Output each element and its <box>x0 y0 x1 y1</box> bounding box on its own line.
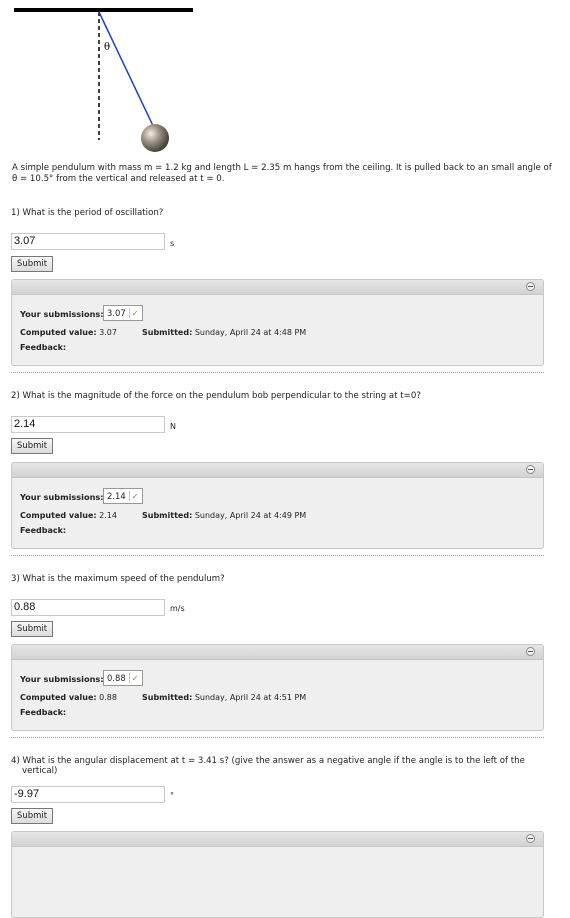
panel-header <box>12 645 543 660</box>
question-4-text: 4) What is the angular displacement at t… <box>11 756 541 776</box>
feedback-label: Feedback: <box>20 526 67 535</box>
your-submissions-label: Your submissions: <box>20 674 104 684</box>
computed-value-row: Computed value: 3.07 <box>20 328 117 337</box>
submit-button-2[interactable]: Submit <box>11 438 53 454</box>
angle-label: θ <box>104 42 110 53</box>
collapse-icon[interactable] <box>526 465 535 474</box>
submit-button-4[interactable]: Submit <box>11 808 53 824</box>
computed-value-row: Computed value: 2.14 <box>20 511 117 520</box>
submission-panel-3: Your submissions: 0.88 ✓ Computed value: … <box>11 644 544 731</box>
submitted-time: Sunday, April 24 at 4:49 PM <box>194 511 307 520</box>
pendulum-figure: θ <box>14 8 193 152</box>
collapse-icon[interactable] <box>526 282 535 291</box>
submitted-time: Sunday, April 24 at 4:51 PM <box>194 693 307 702</box>
answer-input-1[interactable]: 3.07 <box>11 233 165 250</box>
submitted-label: Submitted: <box>142 328 193 337</box>
answer-input-3[interactable]: 0.88 <box>11 599 165 616</box>
answer-input-4[interactable]: -9.97 <box>11 786 165 803</box>
submission-value-box: 0.88 ✓ <box>103 670 143 686</box>
submission-value-box: 3.07 ✓ <box>103 305 143 321</box>
computed-value-row: Computed value: 0.88 <box>20 693 117 702</box>
question-4-line: 4) What is the angular displacement at t… <box>11 756 525 766</box>
question-1-text: 1) What is the period of oscillation? <box>11 208 164 218</box>
submitted-row: Submitted: Sunday, April 24 at 4:51 PM <box>142 693 306 702</box>
unit-4: ° <box>170 791 174 800</box>
submission-panel-4 <box>11 831 544 918</box>
pendulum-bob <box>141 124 169 152</box>
submitted-label: Submitted: <box>142 511 193 520</box>
submitted-row: Submitted: Sunday, April 24 at 4:48 PM <box>142 328 306 337</box>
your-submissions-label: Your submissions: <box>20 492 104 502</box>
check-icon: ✓ <box>128 308 139 318</box>
submission-panel-2: Your submissions: 2.14 ✓ Computed value: … <box>11 462 544 549</box>
feedback-label: Feedback: <box>20 708 67 717</box>
computed-value: 2.14 <box>99 511 117 520</box>
check-icon: ✓ <box>128 673 139 683</box>
question-2-text: 2) What is the magnitude of the force on… <box>11 391 421 401</box>
submission-value: 3.07 <box>107 308 126 318</box>
question-divider <box>11 372 544 373</box>
computed-value: 0.88 <box>99 693 117 702</box>
computed-value-label: Computed value: <box>20 693 97 702</box>
question-4-line-continued: vertical) <box>22 766 58 776</box>
submitted-label: Submitted: <box>142 693 193 702</box>
question-3-text: 3) What is the maximum speed of the pend… <box>11 574 225 584</box>
unit-3: m/s <box>170 604 185 613</box>
submitted-row: Submitted: Sunday, April 24 at 4:49 PM <box>142 511 306 520</box>
question-divider <box>11 555 544 556</box>
submit-button-1[interactable]: Submit <box>11 256 53 272</box>
computed-value: 3.07 <box>99 328 117 337</box>
panel-header <box>12 832 543 847</box>
check-icon: ✓ <box>128 491 139 501</box>
unit-2: N <box>170 422 176 431</box>
collapse-icon[interactable] <box>526 647 535 656</box>
your-submissions-label: Your submissions: <box>20 309 104 319</box>
ceiling-bar <box>14 8 193 12</box>
submission-value: 2.14 <box>107 491 126 501</box>
pendulum-string <box>98 11 156 131</box>
computed-value-label: Computed value: <box>20 511 97 520</box>
submission-value: 0.88 <box>107 673 126 683</box>
question-divider <box>11 737 544 738</box>
panel-header <box>12 463 543 478</box>
problem-statement: A simple pendulum with mass m = 1.2 kg a… <box>12 163 552 184</box>
submit-button-3[interactable]: Submit <box>11 621 53 637</box>
computed-value-label: Computed value: <box>20 328 97 337</box>
answer-input-2[interactable]: 2.14 <box>11 416 165 433</box>
submitted-time: Sunday, April 24 at 4:48 PM <box>194 328 307 337</box>
unit-1: s <box>170 239 175 248</box>
feedback-label: Feedback: <box>20 343 67 352</box>
collapse-icon[interactable] <box>526 834 535 843</box>
submission-panel-1: Your submissions: 3.07 ✓ Computed value: … <box>11 279 544 366</box>
submission-value-box: 2.14 ✓ <box>103 488 143 504</box>
panel-header <box>12 280 543 295</box>
